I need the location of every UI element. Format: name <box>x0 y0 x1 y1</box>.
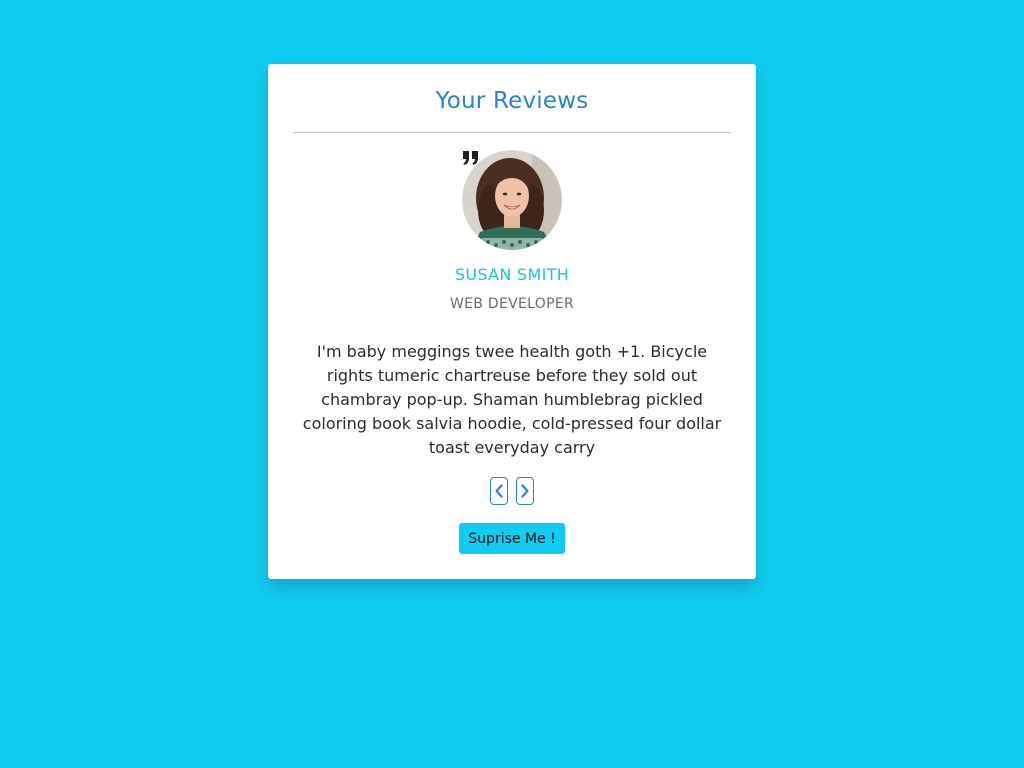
quote-icon <box>463 151 478 165</box>
review-text: I'm baby meggings twee health goth +1. B… <box>302 342 722 457</box>
chevron-left-icon <box>495 484 503 498</box>
review-card: Your Reviews SUSAN SMITH WEB DEVELOPER I… <box>268 64 756 579</box>
reviewer-job: WEB DEVELOPER <box>449 296 575 312</box>
card-title: Your Reviews <box>435 88 589 114</box>
prev-button[interactable] <box>490 477 508 505</box>
chevron-right-icon <box>521 484 529 498</box>
surprise-me-button[interactable]: Suprise Me ! <box>459 523 565 554</box>
title-divider <box>293 132 731 133</box>
next-button[interactable] <box>516 477 534 505</box>
reviewer-name: SUSAN SMITH <box>454 265 570 284</box>
